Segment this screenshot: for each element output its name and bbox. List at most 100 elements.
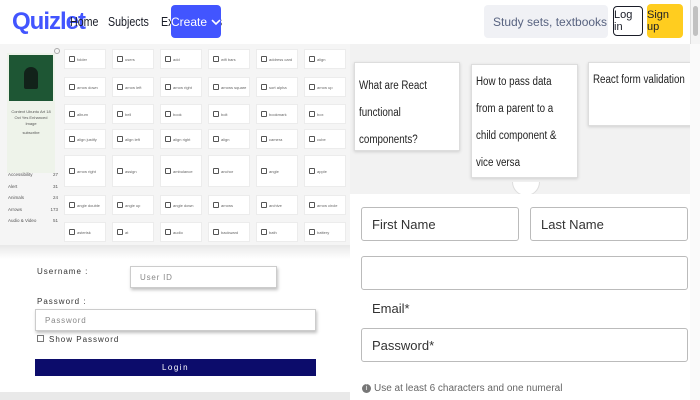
question-card[interactable]: What are React functional components? [354, 62, 460, 151]
icon-tile-label: bolt [221, 111, 228, 117]
icon-tile[interactable]: book [160, 104, 202, 124]
icon-tile[interactable]: arrow up [304, 77, 346, 97]
username-input[interactable]: User ID [130, 266, 277, 288]
category-item[interactable]: Accessibility 27 [8, 169, 58, 181]
icon-tile-label: archive [269, 202, 282, 208]
icon-tile[interactable]: arrows square [208, 77, 250, 97]
glyph-icon [165, 202, 171, 208]
header-scrollbar[interactable] [690, 0, 700, 44]
icon-tile[interactable]: arrow down [64, 77, 106, 97]
icon-tile-label: battery [317, 229, 330, 235]
icon-tile[interactable]: asterisk [64, 222, 106, 242]
icon-tile[interactable]: bookmark [256, 104, 298, 124]
icon-tile-label: ambulance [173, 168, 193, 174]
icon-tile[interactable]: add [160, 49, 202, 69]
icon-tile[interactable]: address card [256, 49, 298, 69]
icon-tile-label: angle double [77, 202, 100, 208]
glyph-icon [309, 56, 315, 62]
icon-tile[interactable]: folder [64, 49, 106, 69]
icon-tile[interactable]: angle [256, 155, 298, 187]
icon-tile[interactable]: arrow circle [304, 195, 346, 215]
icon-tile[interactable]: angle double [64, 195, 106, 215]
icon-tile[interactable]: bolt [208, 104, 250, 124]
password-hint: i Use at least 6 characters and one nume… [362, 383, 562, 394]
glyph-icon [165, 111, 171, 117]
password-input[interactable]: Password [35, 309, 316, 331]
category-label: Accessibility [8, 172, 33, 178]
icon-tile[interactable]: align [208, 129, 250, 149]
search-input[interactable]: Study sets, textbooks, ... [484, 5, 608, 38]
video-caption: Context Ubuntu Art 18 Oct Yes Enhanced I… [10, 109, 52, 136]
glyph-icon [213, 84, 219, 90]
category-item[interactable]: Alert 31 [8, 181, 58, 193]
icon-tile[interactable]: users [112, 49, 154, 69]
question-card-text: React form validation [593, 74, 685, 86]
category-count: 51 [52, 218, 58, 224]
person-silhouette [24, 67, 38, 89]
icon-tile-label: assign [125, 168, 137, 174]
icon-tile[interactable]: album [64, 104, 106, 124]
right-edge-strip [690, 44, 700, 400]
email-input[interactable] [361, 256, 688, 290]
icon-tile[interactable]: align right [160, 129, 202, 149]
icon-tile-label: cube [317, 136, 326, 142]
icon-tile-label: angle [269, 168, 279, 174]
icon-tile[interactable]: arrows [208, 195, 250, 215]
login-submit-button[interactable]: Login [35, 359, 316, 376]
info-icon: i [362, 384, 371, 393]
icon-tile[interactable]: align justify [64, 129, 106, 149]
icon-tile[interactable]: align [304, 49, 346, 69]
login-button[interactable]: Log in [613, 6, 643, 36]
icon-tile[interactable]: backward [208, 222, 250, 242]
icon-tile[interactable]: audio [160, 222, 202, 242]
category-item[interactable]: Animals 24 [8, 192, 58, 204]
icon-tile-label: arrows square [221, 84, 247, 90]
icon-tile[interactable]: bath [256, 222, 298, 242]
glyph-icon [165, 168, 171, 174]
icon-tile[interactable]: arrow right [160, 77, 202, 97]
category-count: 173 [50, 206, 58, 212]
icon-tile[interactable]: angle down [160, 195, 202, 215]
icon-tile-label: arrow up [317, 84, 333, 90]
icon-tile[interactable]: wifi bars [208, 49, 250, 69]
close-icon[interactable] [54, 48, 60, 54]
icon-tile[interactable]: angle up [112, 195, 154, 215]
video-card[interactable]: Context Ubuntu Art 18 Oct Yes Enhanced I… [7, 53, 55, 173]
last-name-input[interactable]: Last Name [530, 207, 688, 241]
signup-password-input[interactable]: Password* [361, 328, 688, 362]
first-name-input[interactable]: First Name [361, 207, 519, 241]
icon-tile-label: folder [77, 56, 88, 62]
category-item[interactable]: Arrows 173 [8, 204, 58, 216]
question-card[interactable]: How to pass data from a parent to a chil… [471, 64, 578, 178]
icon-tile[interactable]: battery [304, 222, 346, 242]
show-password-checkbox[interactable] [37, 335, 44, 342]
create-button[interactable]: Create [171, 5, 221, 38]
icon-tile[interactable]: apple [304, 155, 346, 187]
icon-tile[interactable]: at [112, 222, 154, 242]
category-item[interactable]: Audio & Video 51 [8, 215, 58, 227]
nav-home[interactable]: Home [70, 14, 98, 29]
glyph-icon [213, 202, 219, 208]
icon-tile[interactable]: ambulance [160, 155, 202, 187]
glyph-icon [213, 229, 219, 235]
nav-subjects[interactable]: Subjects [108, 14, 149, 29]
glyph-icon [69, 136, 75, 142]
icon-tile[interactable]: camera [256, 129, 298, 149]
icon-tile[interactable]: cube [304, 129, 346, 149]
icon-tile[interactable]: anchor [208, 155, 250, 187]
icon-tile[interactable]: bell [112, 104, 154, 124]
icon-tile[interactable]: assign [112, 155, 154, 187]
icon-tile[interactable]: sort alpha [256, 77, 298, 97]
signup-button[interactable]: Sign up [647, 4, 683, 38]
glyph-icon [117, 56, 123, 62]
icon-tile-label: wifi bars [221, 56, 236, 62]
icon-tile[interactable]: box [304, 104, 346, 124]
icon-tile[interactable]: archive [256, 195, 298, 215]
glyph-icon [69, 168, 75, 174]
icon-tile[interactable]: align left [112, 129, 154, 149]
question-card[interactable]: React form validation [588, 62, 694, 126]
video-thumbnail[interactable] [9, 55, 53, 101]
scrollbar-thumb[interactable] [693, 6, 698, 36]
icon-tile[interactable]: arrow left [112, 77, 154, 97]
icon-tile[interactable]: arrow right [64, 155, 106, 187]
